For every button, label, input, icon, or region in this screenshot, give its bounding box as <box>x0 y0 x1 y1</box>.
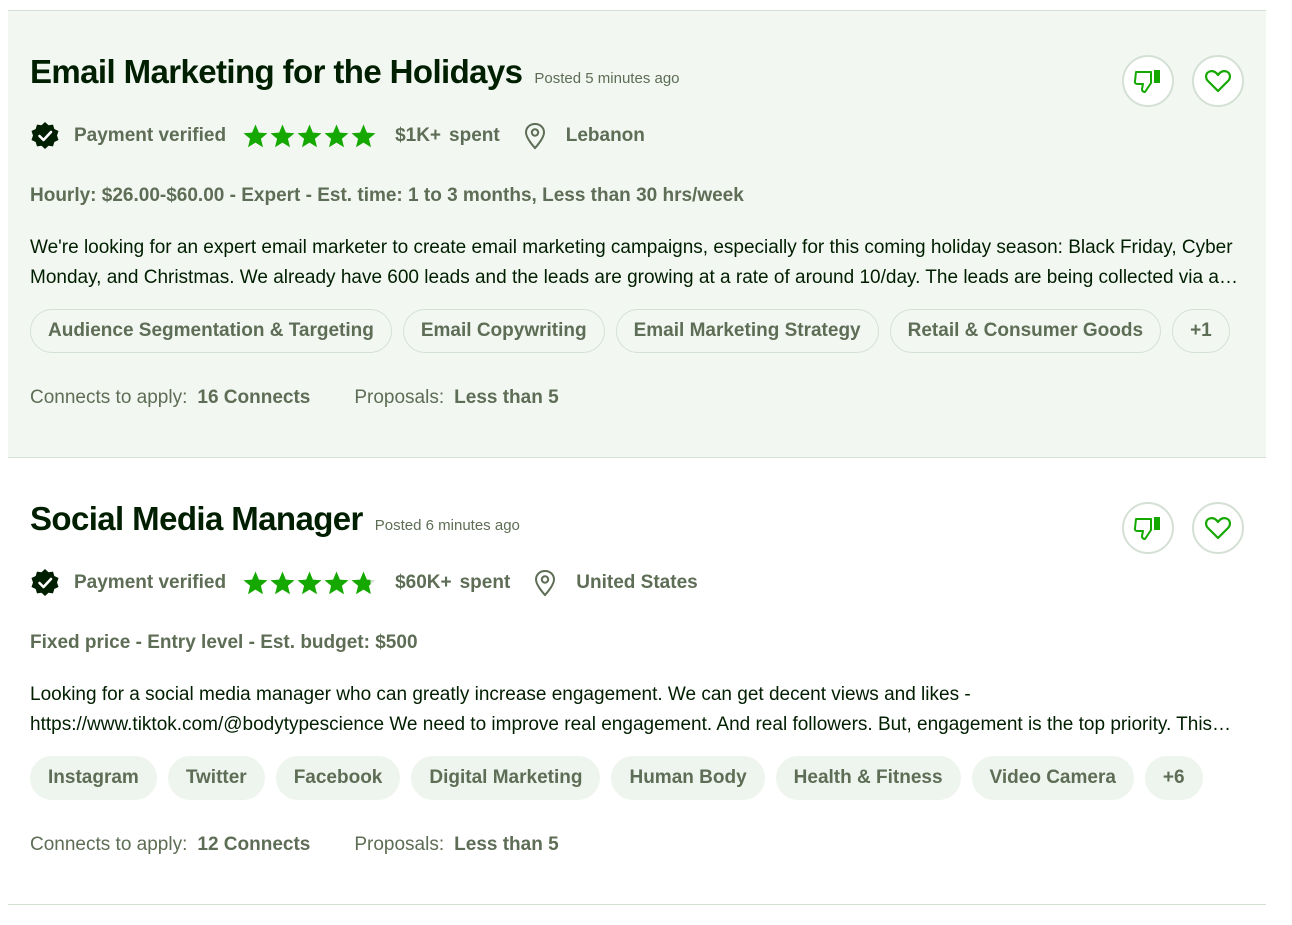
skill-list: Audience Segmentation & Targeting Email … <box>30 309 1230 353</box>
job-description[interactable]: Looking for a social media manager who c… <box>30 680 1240 740</box>
skill-tag[interactable]: Digital Marketing <box>411 756 601 800</box>
dislike-button[interactable] <box>1122 502 1174 554</box>
save-job-button[interactable] <box>1192 55 1244 107</box>
star-icon <box>324 124 349 147</box>
star-icon <box>270 571 295 594</box>
job-actions <box>1122 502 1244 554</box>
skill-tag[interactable]: Video Camera <box>971 756 1134 800</box>
job-footer: Connects to apply: 12 Connects Proposals… <box>30 834 559 856</box>
save-job-button[interactable] <box>1192 502 1244 554</box>
skill-tag[interactable]: Audience Segmentation & Targeting <box>30 309 392 353</box>
job-tile[interactable]: Social Media Manager Posted 6 minutes ag… <box>8 458 1266 905</box>
location-pin-icon <box>535 569 556 597</box>
skill-tag[interactable]: Health & Fitness <box>775 756 961 800</box>
skill-tag[interactable]: Human Body <box>611 756 765 800</box>
posted-time: Posted 5 minutes ago <box>534 70 680 87</box>
job-description[interactable]: We're looking for an expert email market… <box>30 233 1240 293</box>
star-icon <box>270 124 295 147</box>
job-tile[interactable]: Email Marketing for the Holidays Posted … <box>8 11 1266 458</box>
connects-value: 16 Connects <box>197 387 311 408</box>
more-skills-tag[interactable]: +6 <box>1144 756 1203 800</box>
heart-icon <box>1205 70 1231 93</box>
client-spent-label: spent <box>459 572 511 593</box>
star-icon <box>297 124 322 147</box>
more-skills-tag[interactable]: +1 <box>1172 309 1230 353</box>
skill-tag[interactable]: Facebook <box>275 756 401 800</box>
connects-label: Connects to apply: <box>30 387 188 408</box>
posted-time: Posted 6 minutes ago <box>374 517 520 534</box>
skill-tag[interactable]: Twitter <box>167 756 265 800</box>
job-title-row: Email Marketing for the Holidays Posted … <box>30 53 680 91</box>
connects-value: 12 Connects <box>197 834 311 855</box>
connects-label: Connects to apply: <box>30 834 188 855</box>
location-pin-icon <box>524 122 545 150</box>
client-location: United States <box>576 572 698 593</box>
thumbs-down-icon <box>1133 517 1160 540</box>
verified-badge-icon <box>31 122 59 149</box>
client-spent-label: spent <box>449 125 500 146</box>
star-icon <box>243 571 268 594</box>
job-title[interactable]: Social Media Manager <box>30 500 363 538</box>
proposals-value: Less than 5 <box>454 834 559 855</box>
client-rating <box>242 123 377 150</box>
verified-badge-icon <box>31 569 59 596</box>
client-info: Payment verified $60K+ spent United Stat… <box>30 568 698 598</box>
star-icon <box>351 571 376 594</box>
star-icon <box>351 124 376 147</box>
job-title[interactable]: Email Marketing for the Holidays <box>30 53 523 91</box>
client-spent-amount: $1K+ <box>395 125 442 146</box>
star-icon <box>297 571 322 594</box>
client-info: Payment verified $1K+ spent Lebanon <box>30 121 645 151</box>
job-feed: Email Marketing for the Holidays Posted … <box>8 10 1266 905</box>
heart-icon <box>1205 517 1231 540</box>
job-footer: Connects to apply: 16 Connects Proposals… <box>30 387 559 409</box>
proposals-label: Proposals: <box>354 834 445 855</box>
thumbs-down-icon <box>1133 70 1160 93</box>
job-terms: Fixed price - Entry level - Est. budget:… <box>30 632 418 653</box>
skill-tag[interactable]: Email Copywriting <box>402 309 605 353</box>
star-icon <box>324 571 349 594</box>
job-terms: Hourly: $26.00-$60.00 - Expert - Est. ti… <box>30 185 744 206</box>
skill-tag[interactable]: Email Marketing Strategy <box>615 309 879 353</box>
client-location: Lebanon <box>565 125 645 146</box>
payment-status: Payment verified <box>74 572 227 593</box>
client-spent-amount: $60K+ <box>395 572 452 593</box>
dislike-button[interactable] <box>1122 55 1174 107</box>
job-title-row: Social Media Manager Posted 6 minutes ag… <box>30 500 520 538</box>
star-icon <box>243 124 268 147</box>
skill-tag[interactable]: Instagram <box>30 756 157 800</box>
proposals-label: Proposals: <box>354 387 445 408</box>
payment-status: Payment verified <box>74 125 227 146</box>
client-rating <box>242 570 377 597</box>
job-actions <box>1122 55 1244 107</box>
skill-tag[interactable]: Retail & Consumer Goods <box>889 309 1162 353</box>
skill-list: Instagram Twitter Facebook Digital Marke… <box>30 756 1203 800</box>
proposals-value: Less than 5 <box>454 387 559 408</box>
